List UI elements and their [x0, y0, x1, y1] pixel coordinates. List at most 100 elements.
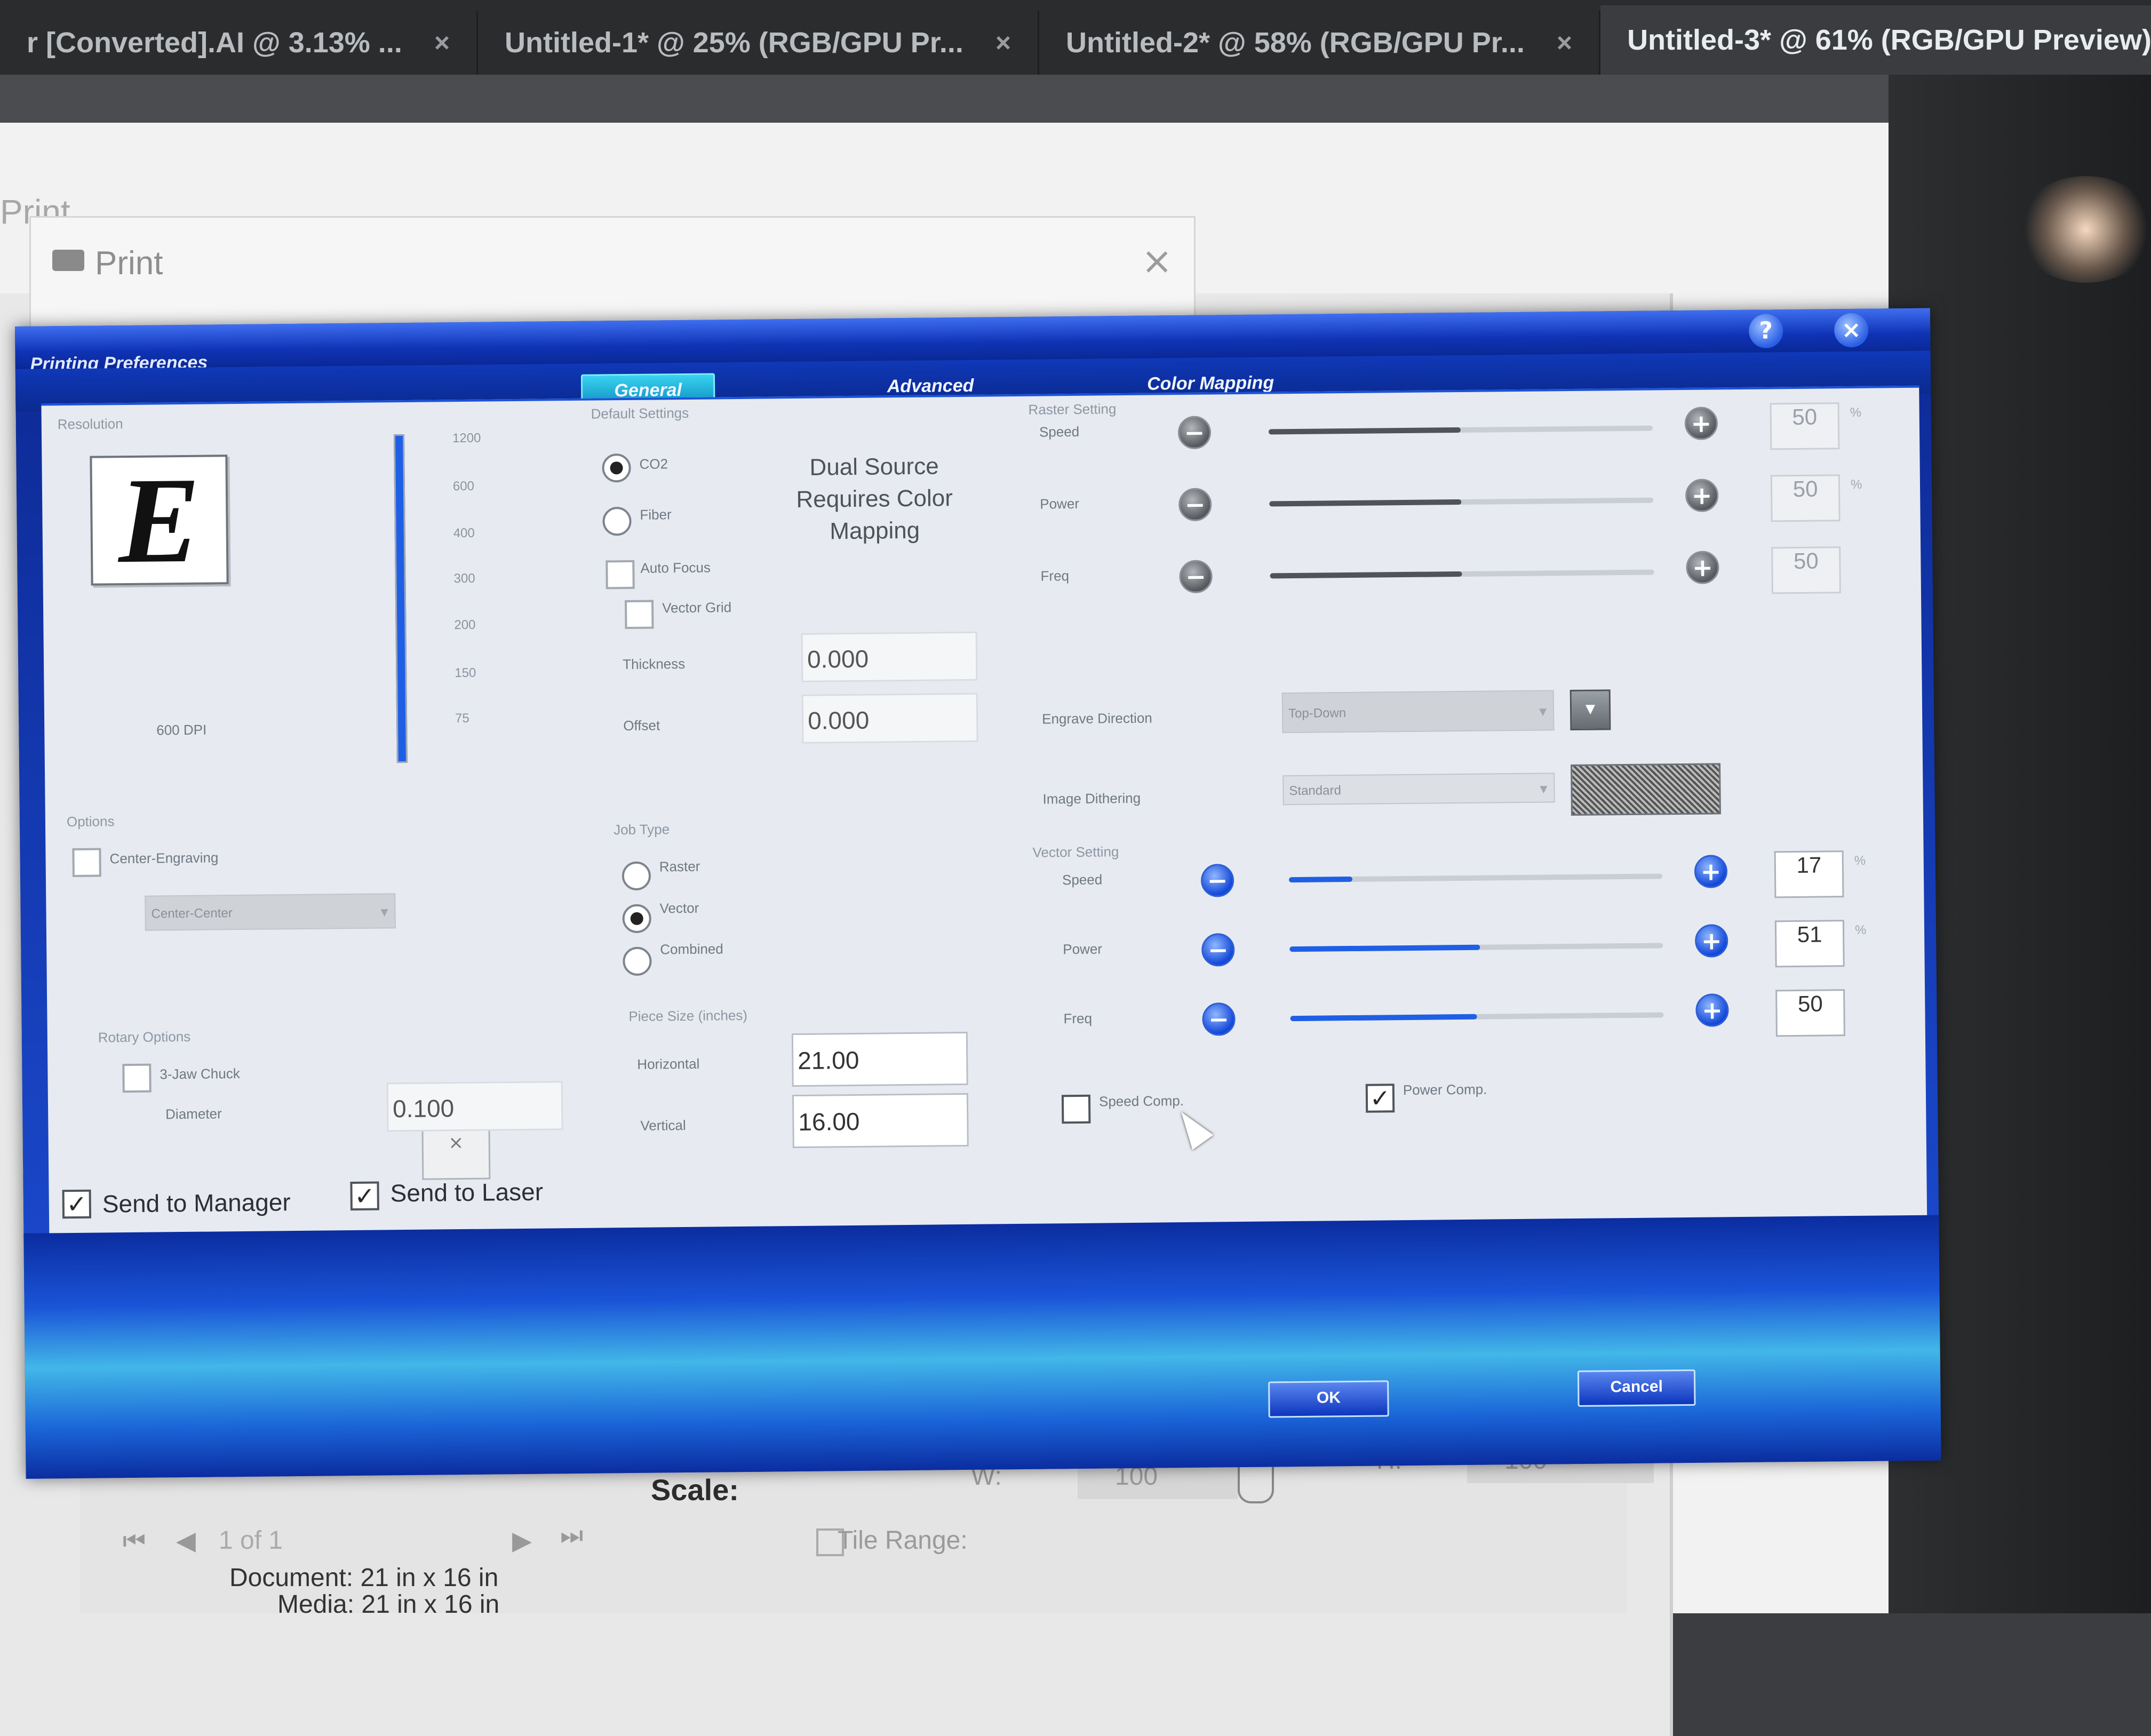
- close-icon[interactable]: ×: [434, 27, 450, 58]
- minus-icon[interactable]: −: [1178, 488, 1212, 522]
- send-to-laser-label: Send to Laser: [390, 1177, 544, 1207]
- slider-fill: [1268, 427, 1461, 435]
- job-type-combined-radio[interactable]: [623, 946, 652, 976]
- auto-focus-checkbox[interactable]: [606, 560, 635, 590]
- minus-icon[interactable]: −: [1177, 416, 1212, 450]
- image-dithering-dropdown[interactable]: Standard ▾: [1282, 773, 1555, 806]
- document-tab-untitled-3[interactable]: Untitled-3* @ 61% (RGB/GPU Preview) ×: [1600, 5, 2151, 75]
- center-engraving-checkbox[interactable]: [72, 848, 101, 878]
- dual-source-message: Dual Source Requires Color Mapping: [796, 453, 953, 545]
- raster-setting-freq-label: Freq: [1040, 568, 1070, 584]
- plus-icon[interactable]: +: [1686, 551, 1719, 584]
- tab-label: Untitled-1* @ 25% (RGB/GPU Pr...: [505, 27, 963, 59]
- help-icon[interactable]: ?: [1748, 314, 1783, 348]
- printer-icon: [52, 250, 84, 271]
- engrave-direction-label: Engrave Direction: [1042, 710, 1152, 727]
- three-jaw-chuck-checkbox[interactable]: [122, 1063, 152, 1093]
- resolution-tick: 200: [454, 617, 476, 633]
- chevron-down-icon: ▾: [1540, 780, 1548, 797]
- chevron-down-icon: ▾: [380, 903, 388, 920]
- source-fiber-radio[interactable]: [602, 506, 632, 536]
- engrave-direction-dropdown[interactable]: Top-Down ▾: [1281, 690, 1555, 734]
- close-icon[interactable]: ×: [1557, 27, 1572, 58]
- document-tab-untitled-1[interactable]: Untitled-1* @ 25% (RGB/GPU Pr... ×: [478, 11, 1040, 75]
- minus-icon[interactable]: −: [1201, 933, 1235, 967]
- slider-fill: [1270, 571, 1462, 579]
- resolution-tick: 150: [455, 665, 476, 681]
- plus-icon[interactable]: +: [1694, 855, 1728, 888]
- center-mode-dropdown[interactable]: Center-Center ▾: [145, 893, 396, 931]
- image-dithering-value: Standard: [1289, 783, 1341, 799]
- document-tab-converted[interactable]: r [Converted].AI @ 3.13% ... ×: [0, 11, 479, 75]
- power-comp-checkbox[interactable]: ✓: [1365, 1084, 1395, 1113]
- vector-setting-power-label: Power: [1063, 941, 1103, 958]
- source-fiber-label: Fiber: [640, 506, 672, 523]
- minus-icon[interactable]: −: [1200, 864, 1234, 897]
- raster-setting-group-label: Raster Setting: [1028, 401, 1117, 418]
- vector-setting-power-value[interactable]: 51: [1774, 920, 1845, 968]
- last-page-icon[interactable]: ⏭: [560, 1520, 583, 1551]
- horizontal-input[interactable]: 21.00: [791, 1031, 968, 1087]
- vertical-label: Vertical: [640, 1117, 686, 1134]
- plus-icon[interactable]: +: [1684, 407, 1718, 440]
- tile-range-label: Tile Range:: [838, 1526, 968, 1555]
- send-to-laser-checkbox[interactable]: ✓: [350, 1181, 379, 1211]
- job-type-raster-radio[interactable]: [622, 861, 651, 891]
- auto-focus-label: Auto Focus: [640, 559, 711, 576]
- ok-button[interactable]: OK: [1268, 1380, 1389, 1418]
- vertical-input[interactable]: 16.00: [792, 1093, 969, 1149]
- close-icon[interactable]: ×: [1141, 239, 1173, 283]
- vector-setting-freq-value[interactable]: 50: [1775, 989, 1845, 1037]
- diameter-label: Diameter: [165, 1105, 222, 1122]
- offset-input[interactable]: 0.000: [801, 692, 978, 744]
- vector-setting-speed-value[interactable]: 17: [1774, 850, 1844, 898]
- raster-setting-freq-value[interactable]: 50: [1771, 546, 1841, 594]
- raster-setting-speed-slider[interactable]: [1268, 425, 1653, 435]
- resolution-tick: 600: [452, 479, 475, 494]
- vector-setting-group-label: Vector Setting: [1032, 843, 1119, 861]
- horizontal-label: Horizontal: [637, 1055, 700, 1072]
- vector-setting-speed-slider[interactable]: [1289, 873, 1663, 883]
- raster-setting-power-slider[interactable]: [1269, 497, 1654, 507]
- general-tab-panel: Resolution E 600 DPI 1200 600 400 300 20…: [41, 385, 1927, 1236]
- diameter-input[interactable]: 0.100: [386, 1081, 563, 1132]
- resolution-slider[interactable]: [393, 434, 408, 763]
- minus-icon[interactable]: −: [1202, 1002, 1236, 1036]
- plus-icon[interactable]: +: [1685, 479, 1719, 512]
- dialog-footer: OK Cancel: [23, 1215, 1941, 1479]
- next-page-icon[interactable]: ▶: [512, 1526, 532, 1556]
- job-type-vector-radio[interactable]: [622, 904, 651, 934]
- engrave-direction-arrow-icon[interactable]: ▾: [1570, 689, 1611, 731]
- vector-grid-checkbox[interactable]: [624, 600, 654, 630]
- plus-icon[interactable]: +: [1695, 993, 1729, 1027]
- default-settings-group-label: Default Settings: [591, 404, 689, 422]
- options-group-label: Options: [66, 813, 115, 830]
- source-co2-radio[interactable]: [602, 453, 631, 483]
- first-page-icon[interactable]: ⏮: [123, 1526, 146, 1556]
- close-icon[interactable]: ×: [995, 27, 1011, 58]
- speed-comp-checkbox[interactable]: [1061, 1094, 1091, 1124]
- minus-icon[interactable]: −: [1179, 560, 1213, 594]
- unit-label: %: [1854, 922, 1867, 937]
- cancel-button[interactable]: Cancel: [1577, 1369, 1696, 1407]
- raster-setting-freq-slider[interactable]: [1270, 569, 1654, 579]
- thickness-input[interactable]: 0.000: [801, 631, 978, 682]
- screen-glare: [2017, 176, 2151, 283]
- media-size: Media: 21 in x 16 in: [277, 1590, 500, 1619]
- unit-label: %: [1854, 853, 1866, 868]
- plus-icon[interactable]: +: [1694, 924, 1728, 958]
- vector-setting-freq-slider[interactable]: [1290, 1012, 1664, 1022]
- close-icon[interactable]: ×: [1834, 313, 1869, 348]
- raster-setting-speed-value[interactable]: 50: [1770, 402, 1840, 450]
- thickness-label: Thickness: [622, 655, 686, 673]
- dithering-preview: [1571, 763, 1721, 816]
- prev-page-icon[interactable]: ◀: [176, 1526, 196, 1556]
- vector-setting-power-slider[interactable]: [1289, 943, 1663, 952]
- printing-preferences-dialog: Printing Preferences ? × General Advance…: [15, 308, 1941, 1479]
- send-to-manager-checkbox[interactable]: ✓: [62, 1189, 92, 1219]
- vector-setting-freq-label: Freq: [1063, 1010, 1093, 1027]
- document-size: Document: 21 in x 16 in: [229, 1564, 499, 1592]
- raster-setting-power-value[interactable]: 50: [1770, 474, 1841, 522]
- document-tab-bar: r [Converted].AI @ 3.13% ... × Untitled-…: [0, 0, 2151, 75]
- document-tab-untitled-2[interactable]: Untitled-2* @ 58% (RGB/GPU Pr... ×: [1039, 11, 1601, 75]
